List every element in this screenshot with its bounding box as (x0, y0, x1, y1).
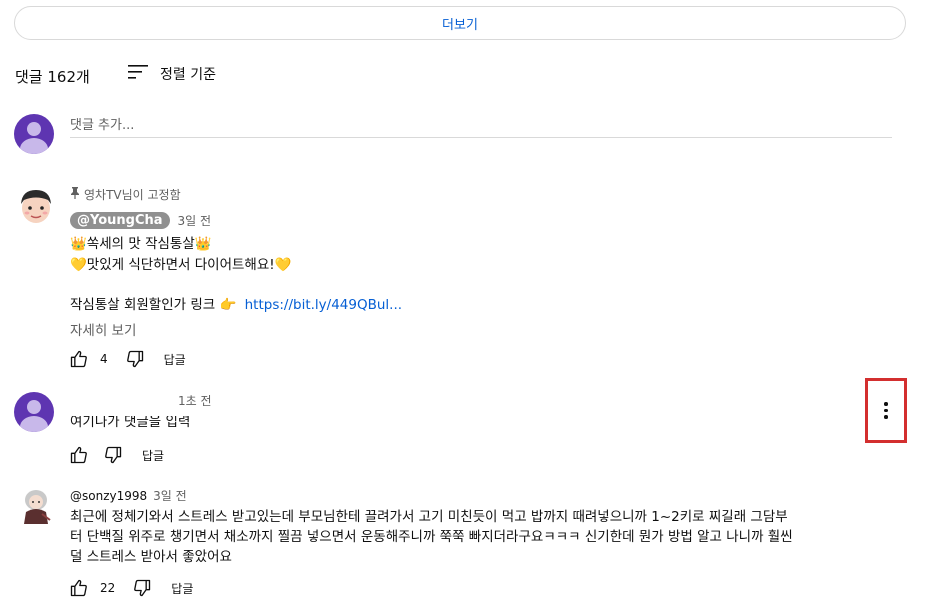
comment-line: 작심통살 회원할인가 링크 👉 (70, 297, 237, 313)
like-button[interactable] (68, 577, 90, 599)
comment-time[interactable]: 1초 전 (178, 392, 212, 409)
comment-time[interactable]: 3일 전 (153, 487, 187, 504)
add-comment-input[interactable]: 댓글 추가... (70, 114, 892, 138)
dislike-button[interactable] (102, 444, 124, 466)
dislike-button[interactable] (124, 348, 146, 370)
sonzy-avatar[interactable] (16, 484, 56, 524)
reply-button[interactable]: 답글 (171, 580, 193, 597)
comment-menu-button[interactable] (865, 378, 907, 443)
more-vert-icon (884, 402, 888, 419)
comment-line: 최근에 정체기와서 스트레스 받고있는데 부모님한테 끌려가서 고기 미친듯이 … (70, 509, 788, 525)
pin-icon (70, 187, 80, 202)
thumbs-up-icon (70, 446, 87, 464)
comment-line: 💛맛있게 식단하면서 다이어트해요!💛 (70, 257, 292, 273)
thumbs-down-icon (105, 446, 122, 464)
comment-line: 덜 스트레스 받아서 좋았어요 (70, 549, 232, 565)
comment-line: 터 단백질 위주로 챙기면서 채소까지 찔끔 넣으면서 운동해주니까 쭉쭉 빠지… (70, 529, 793, 545)
comment-line: 👑쏙세의 맛 작심통살👑 (70, 236, 212, 252)
reply-button[interactable]: 답글 (164, 351, 186, 368)
like-count: 22 (100, 581, 116, 595)
like-button[interactable] (68, 348, 90, 370)
thumbs-down-icon (134, 579, 151, 597)
comment-author[interactable]: @sonzy1998 (70, 489, 147, 503)
sort-icon (128, 64, 148, 84)
dislike-button[interactable] (131, 577, 153, 599)
comment-count: 댓글 162개 (15, 68, 90, 86)
thumbs-up-icon (70, 350, 87, 368)
show-more-button[interactable]: 더보기 (14, 6, 906, 40)
like-button[interactable] (68, 444, 90, 466)
sort-label: 정렬 기준 (160, 67, 216, 83)
pinned-label: 영차TV님이 고정함 (84, 188, 181, 202)
my-comment-avatar[interactable] (14, 392, 54, 432)
youngcha-avatar[interactable] (16, 186, 56, 226)
sort-button[interactable]: 정렬 기준 (128, 64, 216, 84)
reply-button[interactable]: 답글 (142, 447, 164, 464)
comment-link[interactable]: https://bit.ly/449QBul... (245, 297, 402, 313)
comment-author[interactable]: @YoungCha (70, 212, 170, 229)
thumbs-up-icon (70, 579, 87, 597)
user-avatar (14, 114, 54, 154)
thumbs-down-icon (126, 350, 143, 368)
like-count: 4 (100, 352, 108, 366)
comment-time[interactable]: 3일 전 (178, 212, 212, 229)
comment-text: 여기나가 댓글을 입력 (70, 414, 191, 430)
read-more-link[interactable]: 자세히 보기 (70, 319, 136, 339)
